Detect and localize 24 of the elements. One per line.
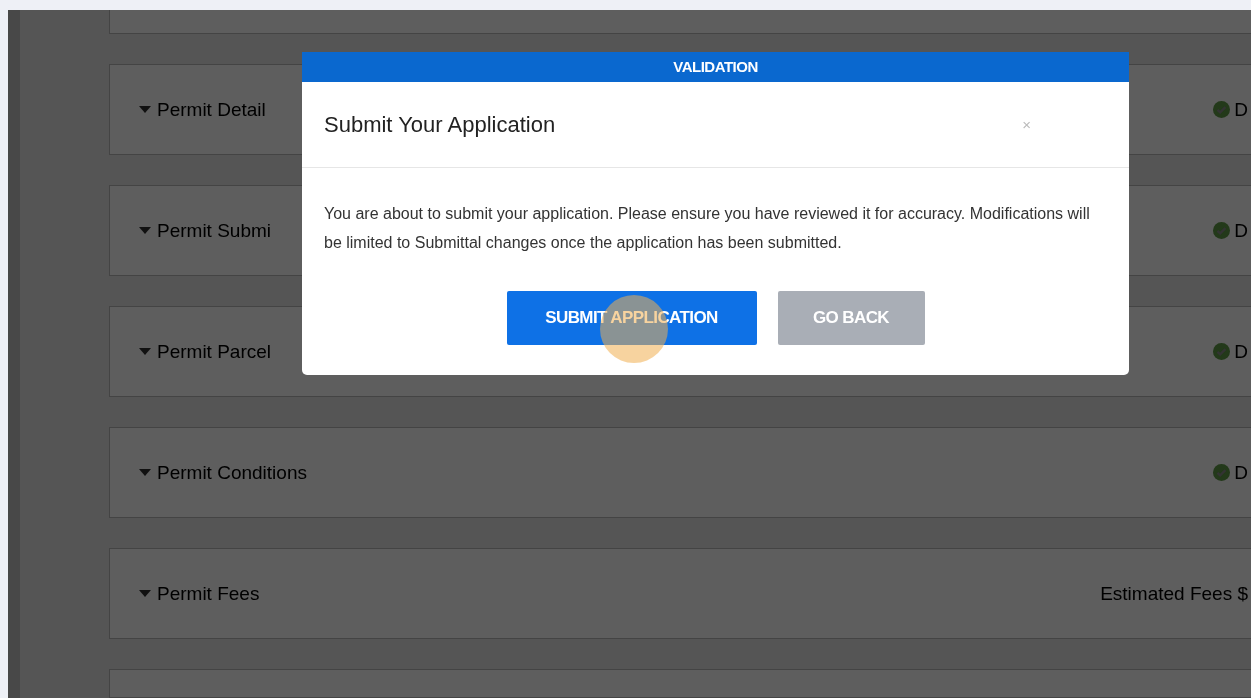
dialog-banner: VALIDATION [302,52,1129,82]
check-icon [1213,222,1231,240]
section-toggle[interactable]: Permit Parcel [139,340,272,363]
caret-icon [139,227,151,235]
status-label: D [1234,219,1248,242]
status-label: D [1234,340,1248,363]
section-toggle[interactable]: Permit Detail [139,98,266,121]
back-button[interactable]: GO BACK [777,291,925,345]
close-button[interactable]: × [1022,116,1031,133]
status-label: D [1234,98,1248,121]
dialog-message: You are about to submit your application. Please ensure you have reviewed it for accuracy. Modifications will be limited to Submittal changes once the application has been submitted. [323,204,1091,253]
section-toggle[interactable]: Permit Submi [139,219,272,242]
caret-icon [139,106,151,114]
section-toggle[interactable]: Permit Conditions [139,461,307,484]
check-icon [1213,101,1231,119]
caret-icon [139,348,151,356]
check-icon [1213,464,1231,482]
caret-icon [139,590,151,598]
section-toggle[interactable]: Permit Fees [139,582,260,605]
caret-icon [139,469,151,477]
check-icon [1213,343,1231,361]
dialog-title: Submit Your Application [324,111,556,138]
fees-summary: Estimated Fees $ [1100,582,1248,605]
status-label: D [1234,461,1248,484]
